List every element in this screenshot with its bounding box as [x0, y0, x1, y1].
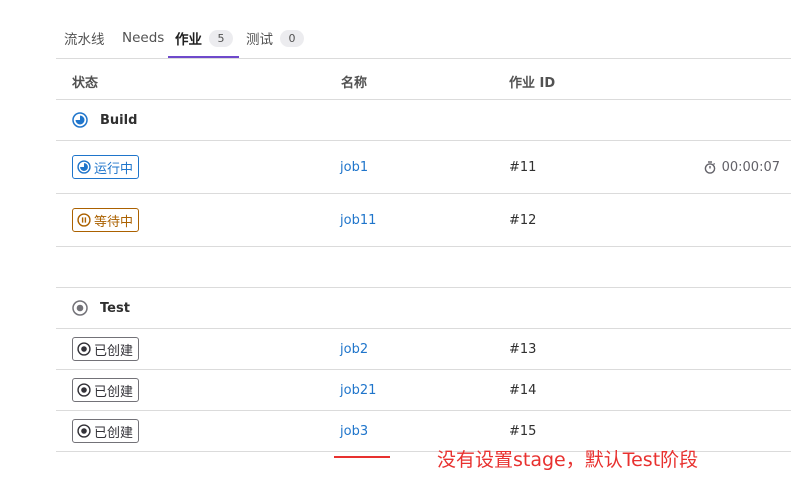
job-id: #14 [509, 383, 537, 398]
tab-needs[interactable]: Needs [122, 18, 164, 58]
job-id: #12 [509, 213, 537, 228]
status-badge-label: 已创建 [94, 343, 134, 359]
tab-jobs-count-badge: 5 [209, 29, 233, 47]
tab-pipeline-label: 流水线 [64, 32, 105, 48]
status-badge-label: 等待中 [94, 214, 134, 230]
job-duration: 00:00:07 [704, 160, 780, 175]
status-badge-created[interactable]: 已创建 [72, 378, 140, 402]
tab-tests-label: 测试 [246, 32, 273, 48]
stage-name: Build [100, 113, 138, 128]
created-status-icon [72, 300, 88, 316]
running-status-icon [72, 112, 88, 128]
job-name-link[interactable]: job2 [340, 342, 368, 357]
pending-status-icon [77, 213, 91, 227]
job-name-link[interactable]: job21 [340, 383, 376, 398]
tab-needs-label: Needs [122, 30, 165, 46]
stage-name: Test [100, 301, 130, 316]
stage-row-build: Build [56, 100, 791, 141]
job-name-link[interactable]: job11 [340, 213, 376, 228]
annotation-note: 没有设置stage，默认Test阶段 [437, 449, 699, 471]
tab-tests-count-badge: 0 [280, 29, 304, 47]
jobs-table-header: 状态 名称 作业 ID [56, 59, 791, 100]
tab-jobs-label: 作业 [175, 32, 202, 48]
header-name: 名称 [341, 76, 368, 91]
status-badge-created[interactable]: 已创建 [72, 419, 140, 443]
stage-spacer [56, 247, 791, 288]
tab-tests[interactable]: 测试 0 [246, 18, 304, 58]
job-id: #15 [509, 424, 537, 439]
pipeline-tabs: 流水线 Needs 作业 5 测试 0 [56, 18, 791, 59]
header-status: 状态 [72, 76, 99, 91]
table-row: 已创建 job2 #13 [56, 329, 791, 370]
active-tab-indicator [168, 56, 239, 58]
stage-row-test: Test [56, 288, 791, 329]
created-status-icon [77, 424, 91, 438]
status-badge-label: 已创建 [94, 384, 134, 400]
job-duration-value: 00:00:07 [721, 160, 780, 175]
status-badge-created[interactable]: 已创建 [72, 337, 140, 361]
header-job-id: 作业 ID [509, 76, 556, 91]
table-row: 等待中 job11 #12 [56, 194, 791, 247]
running-status-icon [77, 160, 91, 174]
table-row: 运行中 job1 #11 00:00:07 [56, 141, 791, 194]
job-id: #11 [509, 160, 537, 175]
status-badge-label: 运行中 [94, 161, 134, 177]
job-id: #13 [509, 342, 537, 357]
created-status-icon [77, 383, 91, 397]
table-row: 已创建 job21 #14 [56, 370, 791, 411]
job-name-link[interactable]: job3 [340, 424, 368, 439]
timer-icon [704, 161, 715, 174]
tab-jobs[interactable]: 作业 5 [175, 18, 233, 58]
status-badge-running[interactable]: 运行中 [72, 155, 140, 179]
created-status-icon [77, 342, 91, 356]
status-badge-pending[interactable]: 等待中 [72, 208, 140, 232]
tab-pipeline[interactable]: 流水线 [64, 18, 105, 58]
job-name-link[interactable]: job1 [340, 160, 368, 175]
status-badge-label: 已创建 [94, 425, 134, 441]
annotation-underline [334, 456, 390, 458]
